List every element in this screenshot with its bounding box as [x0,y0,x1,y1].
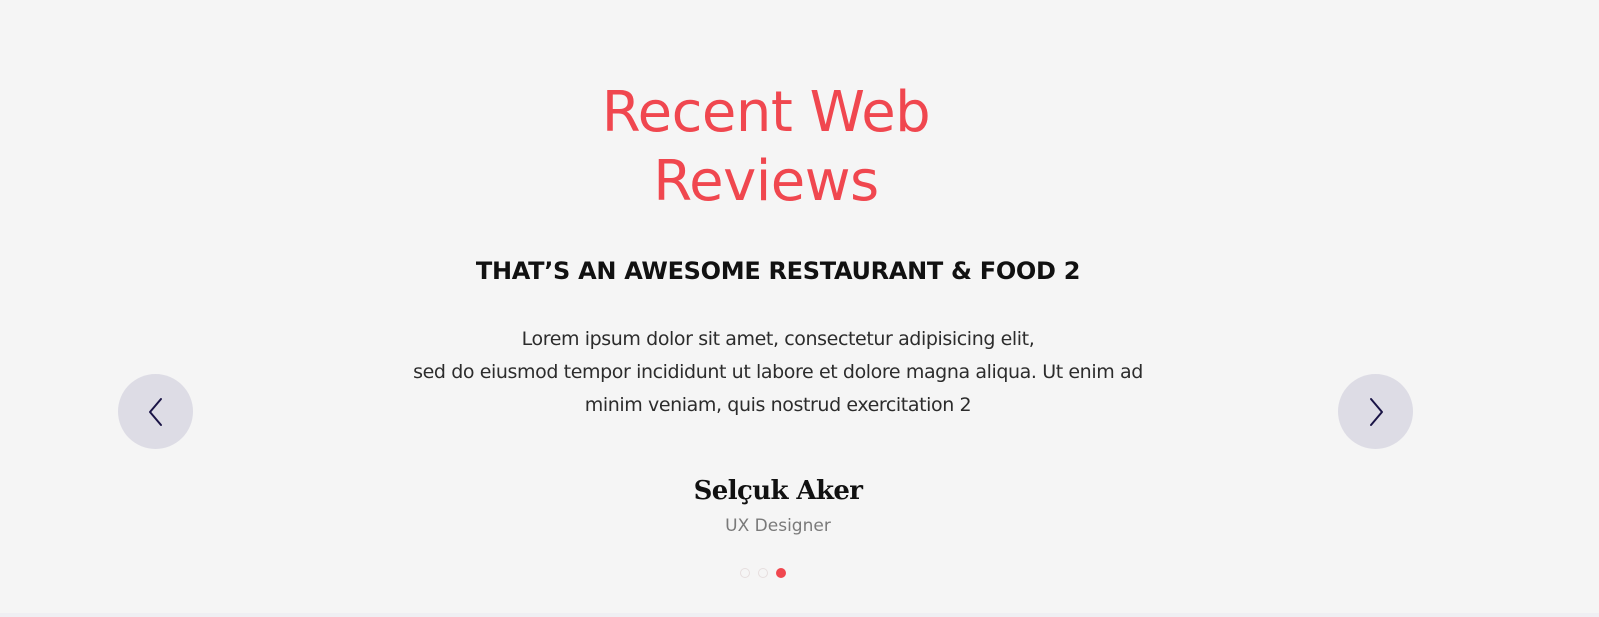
prev-review-button[interactable] [118,374,193,449]
pagination-dot-3-active[interactable] [776,568,786,578]
chevron-left-icon [148,397,162,426]
section-bottom-divider [0,613,1599,617]
chevron-right-icon [1369,397,1383,426]
pagination-dot-1[interactable] [740,568,750,578]
section-title-line-2: Reviews [653,149,879,214]
next-review-button[interactable] [1338,374,1413,449]
review-text: Lorem ipsum dolor sit amet, consectetur … [340,323,1216,422]
carousel-pagination [740,567,786,579]
author-role: UX Designer [725,516,831,536]
reviews-section: Recent Web Reviews THAT’S AN AWESOME RES… [0,0,1599,617]
section-title: Recent Web Reviews [0,78,1532,216]
author-name: Selçuk Aker [693,476,863,506]
review-text-line-2: sed do eiusmod tempor incididunt ut labo… [413,361,1143,383]
review-text-line-3: minim veniam, quis nostrud exercitation … [584,394,972,416]
review-text-line-1: Lorem ipsum dolor sit amet, consectetur … [521,328,1035,350]
review-heading: THAT’S AN AWESOME RESTAURANT & FOOD 2 [475,257,1081,285]
pagination-dot-2[interactable] [758,568,768,578]
section-title-line-1: Recent Web [601,80,931,145]
